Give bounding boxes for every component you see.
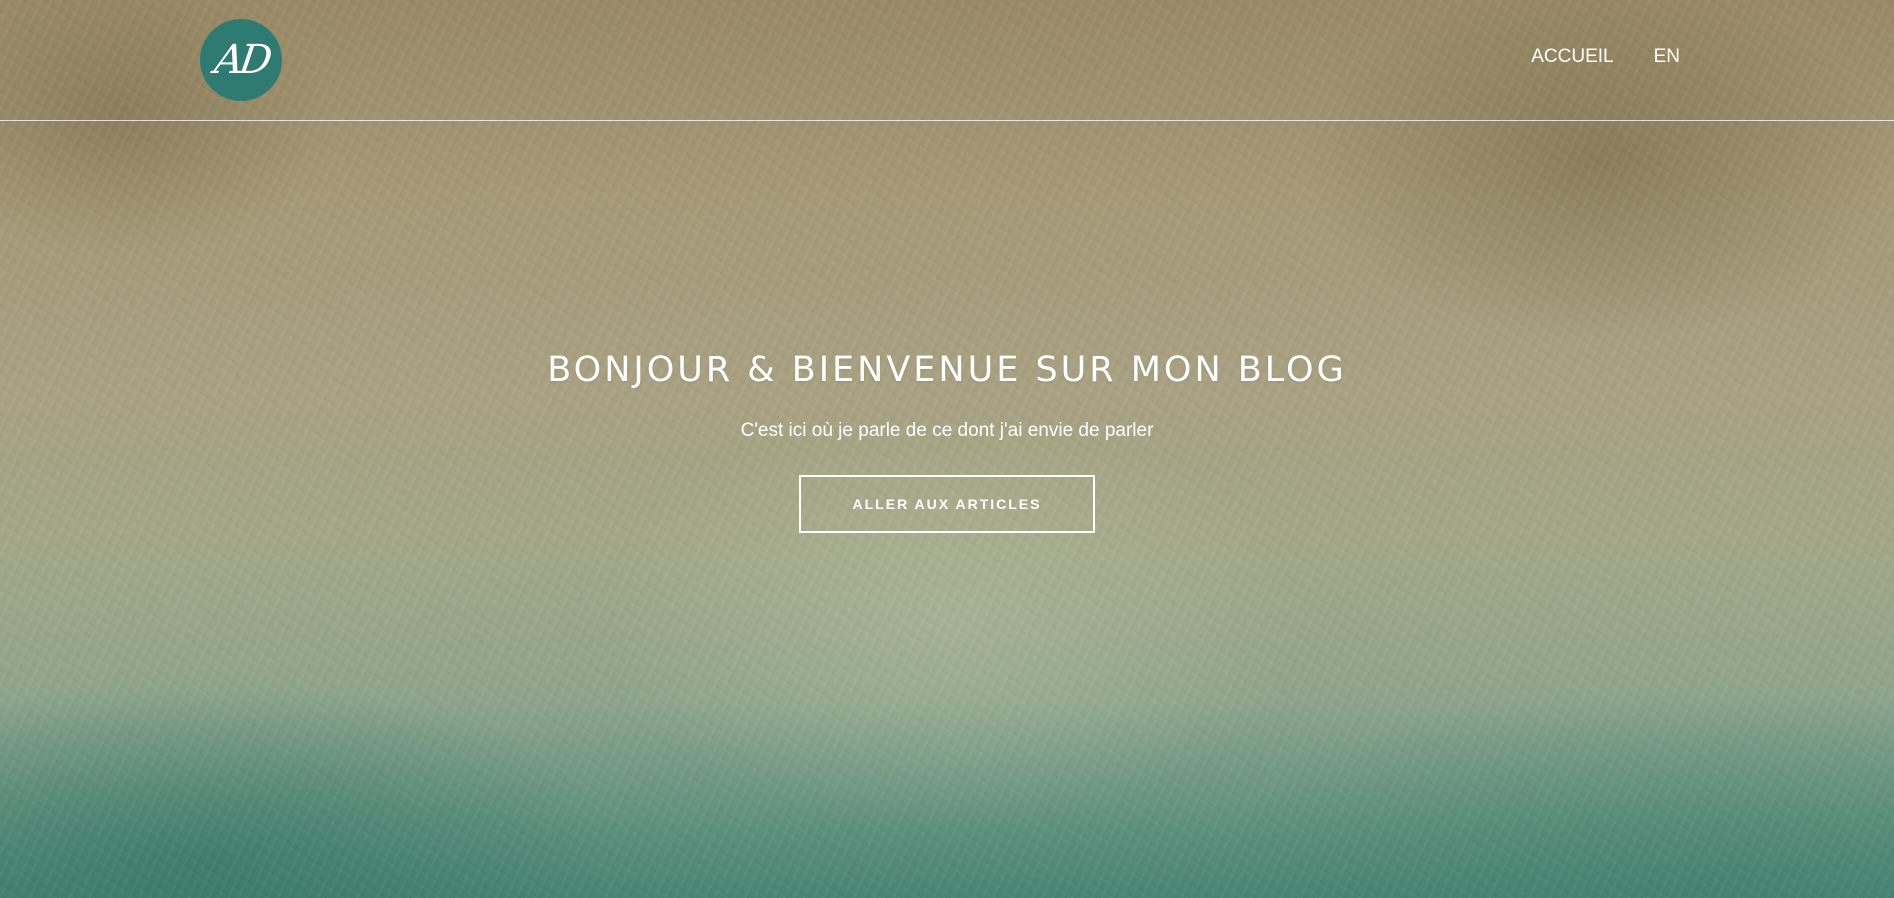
logo-monogram: AD [211,37,271,83]
language-switch-en[interactable]: EN [1654,46,1680,68]
main-nav: ACCUEIL EN [1531,46,1680,68]
go-to-articles-button[interactable]: ALLER AUX ARTICLES [799,475,1095,533]
navbar: AD ACCUEIL EN [0,0,1894,121]
nav-link-accueil[interactable]: ACCUEIL [1531,46,1613,68]
cta-wrapper: ALLER AUX ARTICLES [0,475,1894,533]
hero-title: BONJOUR & BIENVENUE SUR MON BLOG [547,350,1347,390]
hero-section: BONJOUR & BIENVENUE SUR MON BLOG C'est i… [0,350,1894,533]
site-logo[interactable]: AD [200,19,282,101]
hero-subtitle: C'est ici où je parle de ce dont j'ai en… [740,420,1154,441]
